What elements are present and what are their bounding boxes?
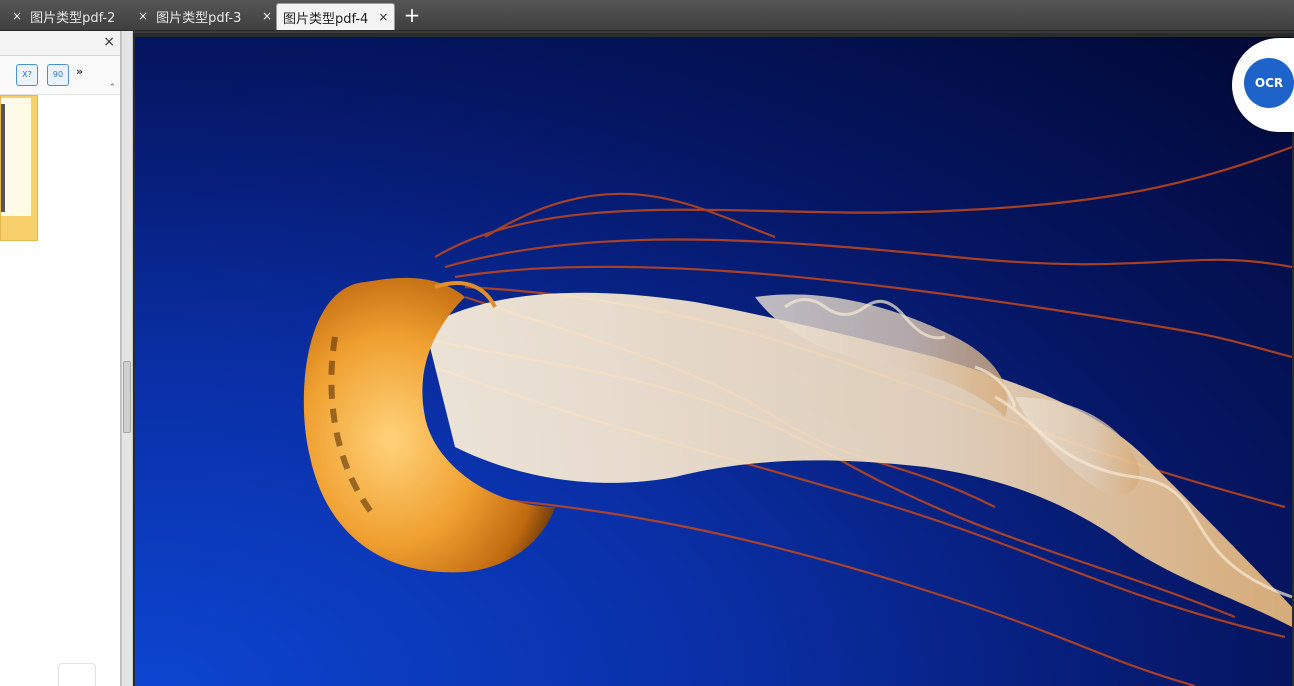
ocr-icon: OCR [1244,58,1294,108]
more-tools-chevron-icon[interactable]: » [76,65,83,78]
document-view[interactable]: OCR [133,33,1294,686]
tab-close-icon[interactable]: × [12,9,22,23]
rotate-left-page-icon[interactable]: X? [16,64,38,86]
panel-toolbar: X? 90 » [0,56,120,95]
thumbnail-panel: × X? 90 » ⌃ [0,31,121,686]
tab-bar: × 图片类型pdf-2 × 图片类型pdf-3 × 图片类型pdf-4 × + [0,0,1294,31]
tab-pdf-3[interactable]: × 图片类型pdf-3 [138,3,241,29]
rotate-right-page-icon[interactable]: 90 [47,64,69,86]
splitter-grip-handle[interactable] [123,361,131,433]
panel-header: × [0,31,120,56]
tab-label: 图片类型pdf-4 [283,11,369,27]
tab-close-icon[interactable]: × [138,9,148,23]
jellyfish-image [135,37,1292,686]
tab-close-icon[interactable]: × [378,10,388,24]
panel-close-icon[interactable]: × [103,34,115,50]
pages-icon[interactable] [58,663,96,686]
tab-pdf-4-active[interactable]: 图片类型pdf-4 × [276,3,396,30]
tab-label: 图片类型pdf-2 [30,10,116,26]
page-thumbnail[interactable] [0,95,38,241]
ocr-label: OCR [1254,76,1284,90]
new-tab-plus-icon[interactable]: + [402,5,422,25]
collapse-up-icon[interactable]: ⌃ [108,83,116,93]
tab-label: 图片类型pdf-3 [156,10,242,26]
panel-splitter[interactable] [121,31,133,686]
tab-pdf-2[interactable]: × 图片类型pdf-2 [12,3,115,29]
tab-close-icon[interactable]: × [262,9,272,23]
thumbnail-image-preview [1,104,5,212]
thumbnail-page [1,98,31,216]
